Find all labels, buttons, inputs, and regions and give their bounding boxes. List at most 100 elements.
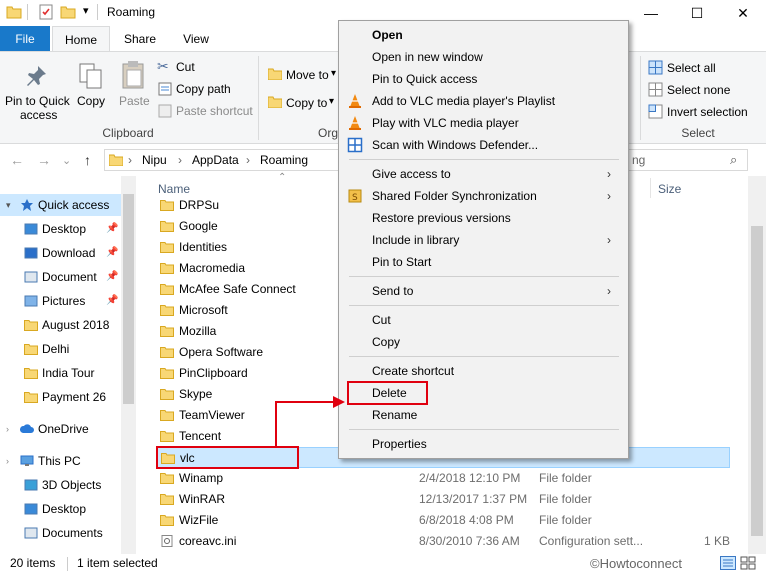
breadcrumb-roaming[interactable]: Roaming [260, 153, 308, 167]
nav-item-delhi[interactable]: Delhi [0, 338, 121, 360]
move-to-icon [268, 68, 282, 80]
nav-item-download[interactable]: Download 📌 [0, 242, 121, 264]
tab-file[interactable]: File [0, 26, 50, 52]
expand-arrow-icon[interactable]: › [6, 418, 9, 440]
cloud-icon [20, 424, 34, 433]
properties-icon[interactable] [38, 4, 54, 20]
nav-item-label: August 2018 [42, 318, 110, 332]
breadcrumb-nipu[interactable]: Nipu [142, 153, 167, 167]
nav-item-august-2018[interactable]: August 2018 [0, 314, 121, 336]
menu-item-include-in-library[interactable]: Include in library › [339, 229, 628, 251]
star-icon [21, 199, 33, 211]
documents-icon [24, 271, 38, 283]
menu-item-restore-previous-versions[interactable]: Restore previous versions [339, 207, 628, 229]
pin-icon [27, 66, 46, 86]
copy-button[interactable]: Copy [77, 94, 105, 108]
nav-item-desktop[interactable]: Desktop 📌 [0, 218, 121, 240]
menu-item-copy[interactable]: Copy [339, 331, 628, 353]
nav-item-this-pc[interactable]: › This PC [0, 450, 121, 472]
desktop-icon [24, 503, 38, 515]
menu-item-send-to[interactable]: Send to › [339, 280, 628, 302]
nav-item-documents[interactable]: Documents [0, 522, 121, 544]
nav-item-india-tour[interactable]: India Tour [0, 362, 121, 384]
menu-item-play-with-vlc-media-player[interactable]: Play with VLC media player [339, 112, 628, 134]
pin-to-quick-access-button[interactable]: Pin to Quick [5, 94, 70, 108]
expand-arrow-icon[interactable]: ▾ [6, 194, 11, 216]
tab-view[interactable]: View [172, 26, 220, 52]
menu-item-pin-to-quick-access[interactable]: Pin to Quick access [339, 68, 628, 90]
large-icons-view-icon[interactable] [740, 556, 756, 570]
minimize-button[interactable]: — [628, 0, 674, 26]
expand-arrow-icon[interactable]: › [6, 450, 9, 472]
menu-item-open-in-new-window[interactable]: Open in new window [339, 46, 628, 68]
recent-dropdown-icon[interactable]: ⌄ [62, 154, 71, 167]
menu-item-cut[interactable]: Cut [339, 309, 628, 331]
invert-selection-button[interactable]: Invert selection [667, 105, 748, 119]
nav-item-onedrive[interactable]: › OneDrive [0, 418, 121, 440]
desktop-icon [24, 223, 38, 235]
tab-share[interactable]: Share [114, 26, 166, 52]
up-icon[interactable]: ↑ [84, 152, 91, 168]
nav-scrollbar[interactable] [121, 176, 136, 554]
forward-icon[interactable]: → [37, 152, 51, 168]
file-row[interactable]: coreavc.ini 8/30/2010 7:36 AM Configuratio… [156, 531, 730, 552]
nav-item-quick-access[interactable]: ▾ Quick access [0, 194, 121, 216]
copy-path-button[interactable]: Copy path [176, 82, 231, 96]
column-size-header[interactable]: Size [658, 182, 681, 196]
nav-item-pictures[interactable]: Pictures 📌 [0, 290, 121, 312]
cut-button[interactable]: Cut [176, 60, 195, 74]
move-to-dropdown-icon[interactable]: ▾ [331, 68, 336, 79]
menu-item-rename[interactable]: Rename [339, 404, 628, 426]
pinned-icon: 📌 [106, 271, 119, 282]
svg-text:S: S [352, 193, 358, 203]
paste-shortcut-button[interactable]: Paste shortcut [176, 104, 253, 118]
nav-item-payment-26[interactable]: Payment 26 [0, 386, 121, 408]
menu-item-pin-to-start[interactable]: Pin to Start [339, 251, 628, 273]
qat-dropdown-icon[interactable]: ▾ [83, 4, 89, 17]
close-button[interactable]: ✕ [720, 0, 766, 26]
file-row[interactable]: WizFile 6/8/2018 4:08 PM File folder [156, 510, 730, 531]
nav-item-document[interactable]: Document 📌 [0, 266, 121, 288]
nav-item-label: Documents [42, 526, 103, 540]
back-icon[interactable]: ← [10, 152, 24, 168]
copy-to-button[interactable]: Copy to [286, 96, 327, 110]
file-row[interactable]: WinRAR 12/13/2017 1:37 PM File folder [156, 489, 730, 510]
pinned-icon: 📌 [106, 295, 119, 306]
nav-item-3d-objects[interactable]: 3D Objects [0, 474, 121, 496]
column-name-header[interactable]: Name [158, 182, 190, 196]
maximize-button[interactable]: ☐ [674, 0, 720, 26]
breadcrumb-appdata[interactable]: AppData [192, 153, 239, 167]
menu-item-properties[interactable]: Properties [339, 433, 628, 455]
details-view-icon[interactable] [720, 556, 736, 570]
menu-item-give-access-to[interactable]: Give access to › [339, 163, 628, 185]
file-list-scrollbar[interactable] [748, 176, 766, 554]
menu-item-add-to-vlc-media-player-s-playlist[interactable]: Add to VLC media player's Playlist [339, 90, 628, 112]
file-row[interactable]: Winamp 2/4/2018 12:10 PM File folder [156, 468, 730, 489]
file-name: DRPSu [179, 198, 220, 212]
select-all-button[interactable]: Select all [667, 61, 716, 75]
annotation-arrowhead-icon [333, 396, 345, 408]
paste-button[interactable]: Paste [119, 94, 150, 108]
menu-item-create-shortcut[interactable]: Create shortcut [339, 360, 628, 382]
menu-item-label: Open [372, 28, 403, 42]
folder-icon [24, 344, 38, 355]
search-icon[interactable]: ⌕ [730, 152, 737, 168]
nav-item-desktop[interactable]: Desktop [0, 498, 121, 520]
file-list-scroll-thumb[interactable] [751, 226, 763, 536]
pin-label-2: access [20, 108, 58, 122]
copy-to-dropdown-icon[interactable]: ▾ [329, 96, 334, 107]
folder-icon [160, 221, 174, 232]
folder-icon [160, 431, 174, 442]
new-folder-icon[interactable] [60, 4, 76, 20]
move-to-button[interactable]: Move to [286, 68, 329, 82]
menu-separator [349, 276, 619, 277]
menu-item-shared-folder-synchronization[interactable]: S Shared Folder Synchronization › [339, 185, 628, 207]
file-name: Google [179, 219, 218, 233]
nav-scroll-thumb[interactable] [123, 194, 134, 404]
menu-item-scan-with-windows-defender[interactable]: Scan with Windows Defender... [339, 134, 628, 156]
menu-item-open[interactable]: Open [339, 24, 628, 46]
tab-home[interactable]: Home [52, 26, 110, 52]
select-none-button[interactable]: Select none [667, 83, 730, 97]
menu-item-label: Cut [372, 313, 391, 327]
folder-icon [160, 284, 174, 295]
